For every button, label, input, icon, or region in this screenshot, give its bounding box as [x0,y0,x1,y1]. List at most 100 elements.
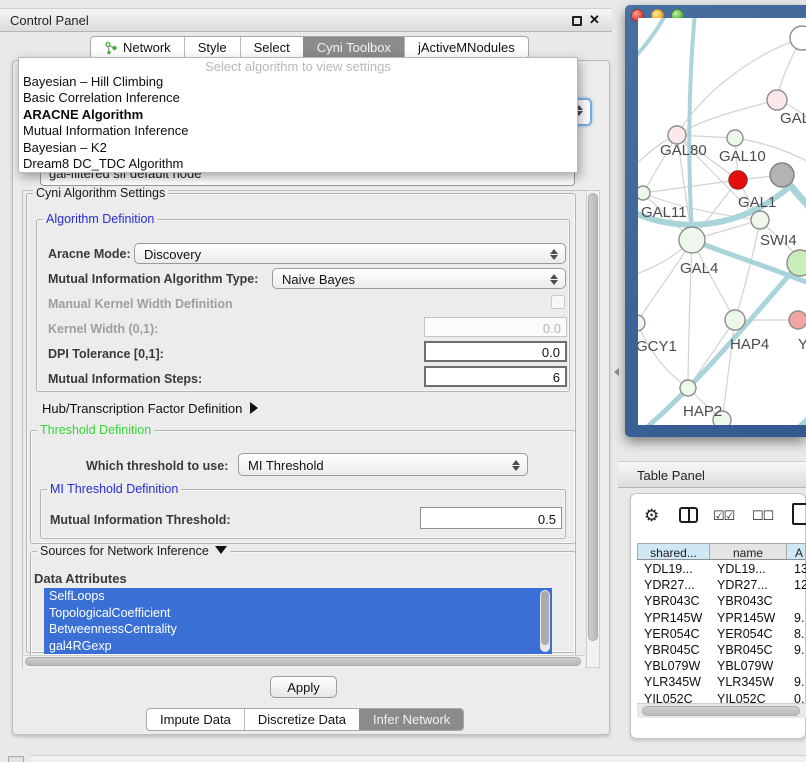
vscroll-thumb[interactable] [588,193,598,641]
attribute-item-topological[interactable]: TopologicalCoefficient [44,605,552,622]
dropdown-item-basic-correlation[interactable]: Basic Correlation Inference [19,90,577,106]
attribute-item-selfloops[interactable]: SelfLoops [44,588,552,605]
node-hap2[interactable] [680,380,696,396]
aracne-mode-select[interactable]: Discovery [134,243,566,264]
gear-icon[interactable]: ⚙ [644,506,659,526]
dropdown-item-aracne[interactable]: ARACNE Algorithm [19,107,577,123]
attributes-list-scrollbar[interactable] [540,590,550,652]
node-selected-red[interactable] [729,171,747,189]
cell-shared-0[interactable]: YDL19... [637,561,710,578]
select-all-checks-icon[interactable]: ☑☑ [713,508,734,524]
apply-button[interactable]: Apply [270,676,337,698]
network-canvas[interactable]: GAL GAL80 GAL10 GAL1 GAL11 SWI4 GAL4 GCY… [638,18,806,425]
hscroll-thumb[interactable] [25,657,581,666]
tab-jactivemnodules[interactable]: jActiveMNodules [404,37,528,58]
vertical-scrollbar[interactable] [586,190,600,668]
cell-name-8[interactable]: YIL052C [710,691,787,703]
node-gal10[interactable] [727,130,743,146]
cell-name-1[interactable]: YDR27... [710,577,787,594]
cell-name-7[interactable]: YLR345W [710,674,787,691]
node-gcy1[interactable] [638,315,645,331]
cell-shared-6[interactable]: YBL079W [637,658,710,675]
dpi-tolerance-field[interactable]: 0.0 [424,341,567,362]
new-table-icon[interactable] [792,503,806,525]
column-header-third[interactable]: A [787,543,806,560]
tab-discretize-data-label: Discretize Data [258,712,346,727]
column-header-name[interactable]: name [710,543,787,560]
cell-val-2[interactable] [787,593,806,610]
hub-definition-expander[interactable]: Hub/Transcription Factor Definition [42,401,258,416]
node-gal[interactable] [767,90,787,110]
tab-impute-data[interactable]: Impute Data [147,709,244,730]
node-unlabeled[interactable] [790,26,806,50]
mi-threshold-label: Mutual Information Threshold: [50,513,231,527]
cell-val-7[interactable]: 9. [787,674,806,691]
tab-style[interactable]: Style [184,37,240,58]
cell-name-5[interactable]: YBR045C [710,642,787,659]
cell-name-4[interactable]: YER054C [710,626,787,643]
network-view-window[interactable]: GAL GAL80 GAL10 GAL1 GAL11 SWI4 GAL4 GCY… [625,5,806,437]
manual-kernel-checkbox[interactable] [551,295,565,309]
collapse-down-icon[interactable] [215,546,227,554]
tab-cyni-toolbox[interactable]: Cyni Toolbox [303,37,404,58]
cell-val-6[interactable] [787,658,806,675]
cell-shared-7[interactable]: YLR345W [637,674,710,691]
cell-val-8[interactable]: 0. [787,691,806,703]
column-header-shared[interactable]: shared... [637,543,710,560]
panel-splitter-handle[interactable] [614,368,619,376]
deselect-all-checks-icon[interactable]: ☐☐ [752,508,773,524]
dropdown-item-mutual-info[interactable]: Mutual Information Inference [19,123,577,139]
cell-shared-1[interactable]: YDR27... [637,577,710,594]
cell-shared-2[interactable]: YBR043C [637,593,710,610]
node-gal4[interactable] [679,227,705,253]
float-window-icon[interactable] [572,16,582,26]
attributes-scroll-thumb[interactable] [541,591,549,645]
node-y[interactable] [789,311,806,329]
cell-name-0[interactable]: YDL19... [710,561,787,578]
tab-network[interactable]: Network [91,37,184,58]
cell-val-5[interactable]: 9. [787,642,806,659]
dropdown-item-dream8[interactable]: Dream8 DC_TDC Algorithm [19,156,577,172]
node-gray[interactable] [770,163,794,187]
manual-kernel-label: Manual Kernel Width Definition [48,297,233,311]
mi-steps-field[interactable]: 6 [424,366,567,387]
control-panel-title: Control Panel [10,13,89,28]
split-columns-icon[interactable] [679,507,698,523]
dropdown-item-bayesian-hill[interactable]: Bayesian – Hill Climbing [19,74,577,90]
cell-val-1[interactable]: 12 [787,577,806,594]
node-gal1[interactable] [751,211,769,229]
mi-threshold-field[interactable]: 0.5 [420,507,562,529]
node-label-gal80: GAL80 [660,142,707,159]
kernel-width-field[interactable]: 0.0 [424,317,567,337]
node-label-gal: GAL [780,110,806,127]
cell-shared-4[interactable]: YER054C [637,626,710,643]
node-bright-green[interactable] [787,250,806,276]
cell-shared-8[interactable]: YIL052C [637,691,710,703]
tab-discretize-data[interactable]: Discretize Data [244,709,359,730]
tab-infer-network[interactable]: Infer Network [359,709,463,730]
node-hap4[interactable] [725,310,745,330]
cell-val-0[interactable]: 13 [787,561,806,578]
attribute-item-betweenness[interactable]: BetweennessCentrality [44,621,552,638]
node-label-y: Y [798,336,806,353]
cell-val-3[interactable]: 9. [787,610,806,627]
cell-name-3[interactable]: YPR145W [710,610,787,627]
which-threshold-select[interactable]: MI Threshold [238,453,528,476]
horizontal-scrollbar[interactable] [23,655,585,668]
dropdown-item-bayesian-k2[interactable]: Bayesian – K2 [19,140,577,156]
cell-name-6[interactable]: YBL079W [710,658,787,675]
data-attributes-list: SelfLoops TopologicalCoefficient Between… [44,588,552,655]
control-panel-tabbar: Network Style Select Cyni Toolbox jActiv… [90,36,529,59]
cell-val-4[interactable]: 8. [787,626,806,643]
attribute-item-gal4rgexp[interactable]: gal4RGexp [44,638,552,655]
cell-name-2[interactable]: YBR043C [710,593,787,610]
tab-select[interactable]: Select [240,37,303,58]
cell-shared-5[interactable]: YBR045C [637,642,710,659]
cell-shared-3[interactable]: YPR145W [637,610,710,627]
table-hscroll-thumb[interactable] [642,706,800,716]
mi-type-select[interactable]: Naive Bayes [272,268,566,289]
bottom-corner-icon[interactable] [8,756,24,762]
close-icon[interactable]: ✕ [589,12,600,28]
table-horizontal-scrollbar[interactable] [637,703,806,718]
node-gal11[interactable] [638,186,650,200]
